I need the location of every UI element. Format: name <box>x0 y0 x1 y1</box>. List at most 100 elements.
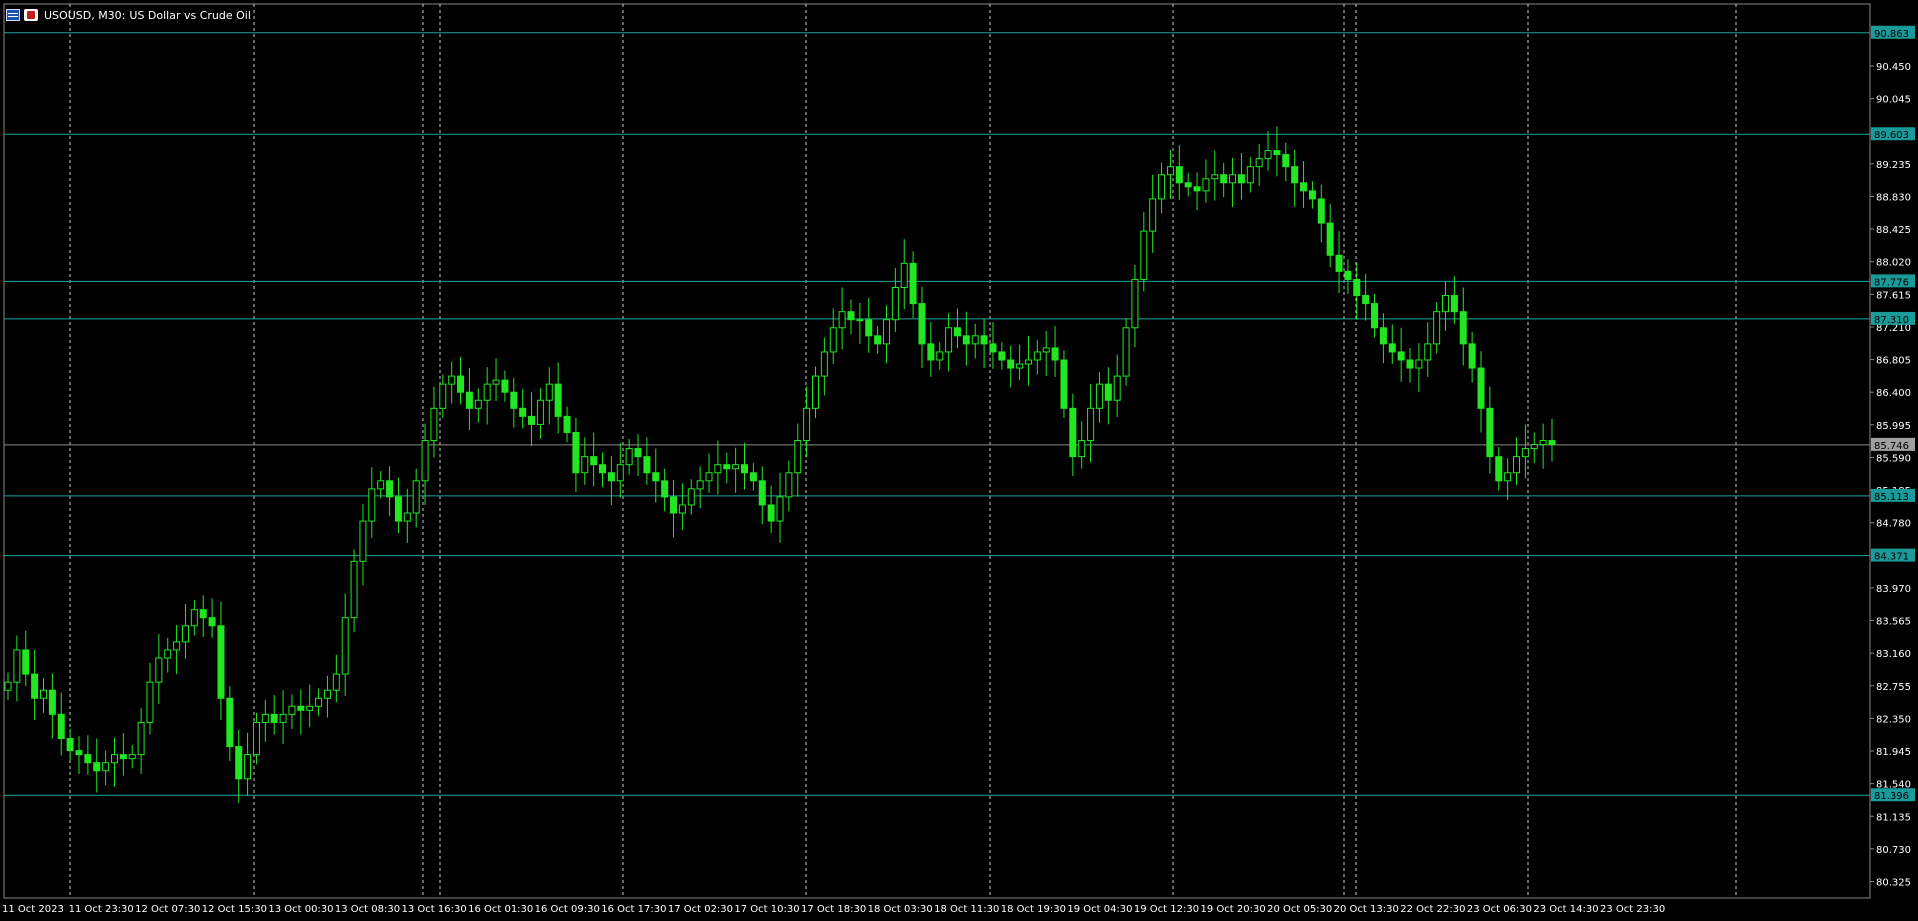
candle-body <box>1078 440 1086 458</box>
candle-body <box>1388 343 1396 353</box>
candle-body <box>244 754 252 780</box>
x-tick-label: 23 Oct 14:30 <box>1533 904 1598 915</box>
x-tick-label: 12 Oct 07:30 <box>135 904 200 915</box>
candle-body <box>705 472 713 482</box>
candle-body <box>1521 448 1529 458</box>
x-tick-label: 17 Oct 18:30 <box>801 904 866 915</box>
candle-body <box>181 625 189 643</box>
candle-body <box>13 649 21 683</box>
candle-body <box>1264 150 1272 160</box>
candle-body <box>217 625 225 699</box>
candle-body <box>1024 359 1032 365</box>
candle-body <box>652 472 660 482</box>
candle-body <box>1069 407 1077 458</box>
candle-body <box>48 689 56 715</box>
candle-body <box>1397 351 1405 361</box>
candle-body <box>226 697 234 748</box>
candle-body <box>1095 383 1103 409</box>
price-chart[interactable]: 90.450 90.045 89.235 88.830 88.425 88.020 87.6… <box>0 0 1918 921</box>
y-tick-label: 81.135 <box>1876 812 1911 823</box>
candle-body <box>1193 186 1201 192</box>
x-tick-label: 11 Oct 23:30 <box>69 904 134 915</box>
x-tick-label: 16 Oct 01:30 <box>468 904 533 915</box>
candle-body <box>1255 158 1263 168</box>
candle-body <box>1344 270 1352 280</box>
candle-body <box>1131 278 1139 329</box>
y-tick-label: 88.425 <box>1876 225 1911 236</box>
level-label: 85.113 <box>1874 492 1909 503</box>
candle-body <box>616 464 624 482</box>
current-price-label: 85.746 <box>1874 441 1909 452</box>
candle-body <box>421 440 429 482</box>
candle-body <box>989 343 997 353</box>
candle-body <box>1149 198 1157 232</box>
candle-body <box>483 383 491 401</box>
candle-body <box>723 464 731 470</box>
candle-body <box>962 335 970 345</box>
y-tick-label: 84.780 <box>1876 519 1911 530</box>
candle-body <box>634 448 642 458</box>
candle-body <box>820 351 828 377</box>
candle-body <box>457 375 465 393</box>
candle-body <box>590 456 598 466</box>
candle-body <box>386 480 394 498</box>
candle-body <box>1459 311 1467 345</box>
candle-body <box>164 649 172 659</box>
candle-body <box>1362 295 1370 305</box>
candle-body <box>1166 166 1174 176</box>
level-label: 90.863 <box>1874 29 1909 40</box>
y-tick-label: 90.450 <box>1876 62 1911 73</box>
candle-body <box>732 464 740 470</box>
candle-body <box>1353 278 1361 297</box>
y-tick-label: 86.400 <box>1876 388 1911 399</box>
candle-body <box>581 456 589 474</box>
candle-body <box>874 335 882 345</box>
candle-body <box>528 415 536 425</box>
candle-body <box>1513 456 1521 474</box>
candle-body <box>838 311 846 329</box>
candle-body <box>501 379 509 393</box>
candle-body <box>519 407 527 417</box>
candle-body <box>687 488 695 506</box>
x-tick-label: 23 Oct 23:30 <box>1600 904 1665 915</box>
candle-body <box>439 383 447 409</box>
candle-body <box>315 697 323 707</box>
candle-body <box>927 343 935 361</box>
candle-body <box>536 399 544 425</box>
candle-body <box>563 415 571 433</box>
candle-body <box>190 609 198 627</box>
y-tick-label: 85.995 <box>1876 421 1911 432</box>
x-tick-label: 20 Oct 13:30 <box>1334 904 1399 915</box>
candle-body <box>1415 359 1423 369</box>
candle-body <box>1246 166 1254 184</box>
y-tick-label: 88.830 <box>1876 192 1911 203</box>
y-tick-label: 82.350 <box>1876 714 1911 725</box>
candle-body <box>1211 174 1219 180</box>
candle-body <box>155 657 163 683</box>
candle-body <box>332 673 340 691</box>
candle-body <box>39 689 47 699</box>
candle-body <box>323 689 331 699</box>
y-tick-label: 86.805 <box>1876 356 1911 367</box>
x-tick-label: 23 Oct 06:30 <box>1467 904 1532 915</box>
candle-body <box>465 391 473 409</box>
candle-body <box>1424 343 1432 361</box>
candle-body <box>829 327 837 353</box>
candle-body <box>412 480 420 514</box>
level-label: 81.396 <box>1874 791 1909 802</box>
candle-body <box>1060 359 1068 409</box>
candle-body <box>1495 456 1503 482</box>
candle-body <box>31 673 39 699</box>
candle-body <box>119 754 127 760</box>
plot-frame <box>3 3 1871 899</box>
x-tick-label: 13 Oct 08:30 <box>335 904 400 915</box>
candle-body <box>448 375 456 385</box>
candle-body <box>643 456 651 474</box>
y-tick-label: 83.970 <box>1876 584 1911 595</box>
x-tick-label: 17 Oct 10:30 <box>734 904 799 915</box>
candle-body <box>350 560 358 619</box>
x-tick-label: 18 Oct 11:30 <box>934 904 999 915</box>
candle-body <box>1007 359 1015 369</box>
candle-body <box>235 746 243 780</box>
candle-body <box>607 472 615 482</box>
